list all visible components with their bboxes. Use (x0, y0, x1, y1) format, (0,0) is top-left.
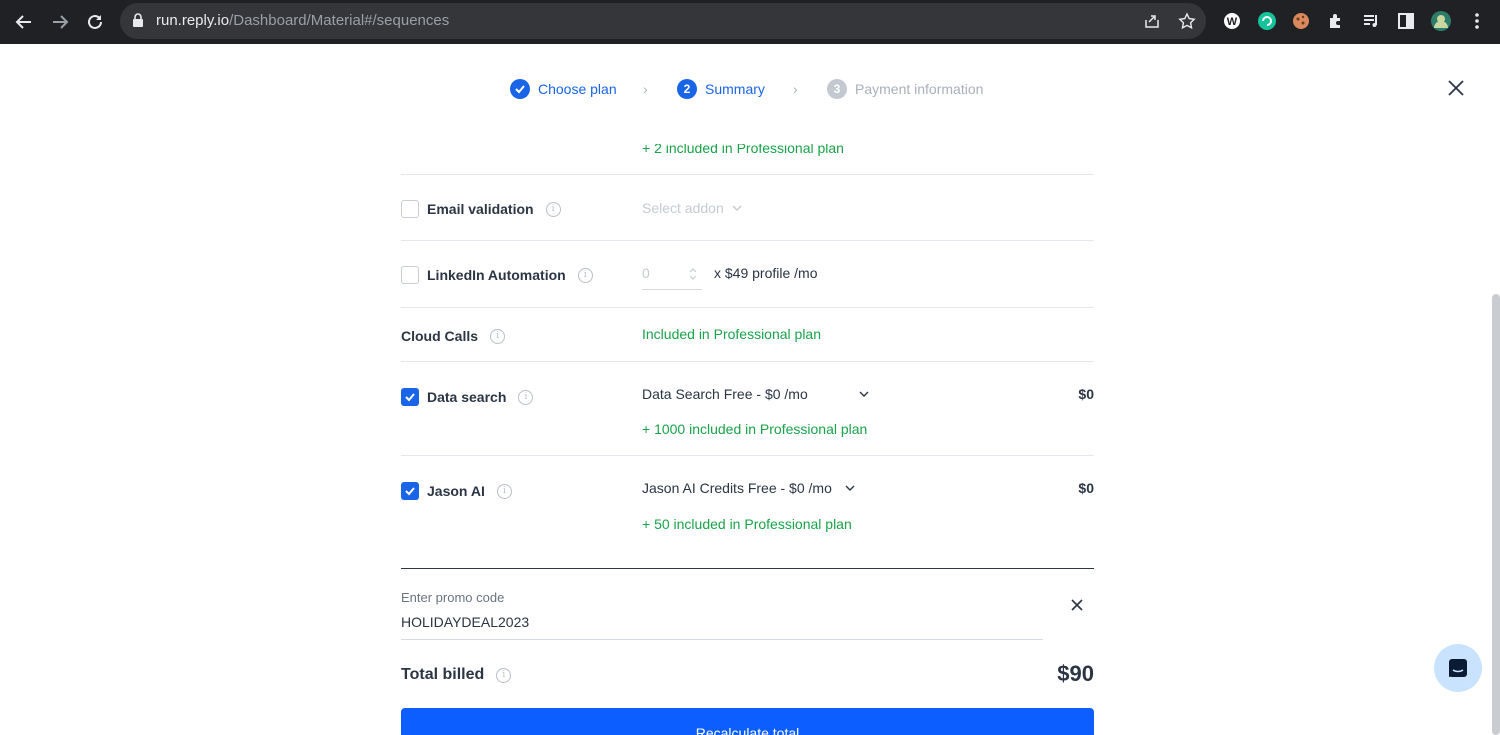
chevron-down-icon (859, 391, 869, 397)
step-label: Summary (705, 81, 765, 97)
spin-arrows-icon[interactable] (689, 267, 697, 281)
step-number: 3 (827, 79, 847, 99)
address-bar[interactable]: run.reply.io/Dashboard/Material#/sequenc… (120, 3, 1206, 39)
linkedin-automation-label: LinkedIn Automation i (427, 267, 593, 283)
chat-launcher-button[interactable] (1434, 644, 1482, 692)
email-validation-label: Email validation i (427, 201, 561, 217)
divider (401, 361, 1094, 362)
divider (401, 307, 1094, 308)
section-divider (401, 568, 1094, 569)
included-note: + 2 included in Professional plan (642, 140, 844, 156)
step-choose-plan[interactable]: Choose plan (510, 79, 617, 99)
chat-icon (1449, 659, 1467, 677)
url-path: /Dashboard/Material#/sequences (229, 12, 450, 29)
total-label-text: Total billed (401, 666, 485, 683)
unit-price: x $49 profile /mo (714, 265, 818, 281)
included-note: Included in Professional plan (642, 326, 822, 342)
select-value: Jason AI Credits Free - $0 /mo (642, 480, 832, 496)
lock-icon (132, 13, 144, 33)
included-note: + 1000 included in Professional plan (642, 421, 868, 437)
addon-label-text: Email validation (427, 201, 534, 217)
total-billed-label: Total billed i (401, 666, 512, 684)
select-value: Data Search Free - $0 /mo (642, 386, 808, 402)
cookie-extension-icon[interactable] (1290, 10, 1312, 32)
w-extension-icon[interactable]: W (1221, 10, 1243, 32)
menu-dots-icon[interactable] (1466, 10, 1488, 32)
info-icon[interactable]: i (490, 328, 506, 344)
info-icon[interactable]: i (496, 483, 512, 499)
info-icon[interactable]: i (518, 389, 534, 405)
step-payment-information[interactable]: 3 Payment information (827, 79, 983, 99)
jason-ai-price: $0 (1078, 480, 1094, 496)
forward-icon[interactable] (48, 10, 72, 34)
checkmark-icon (405, 393, 415, 402)
promo-code-input[interactable]: HOLIDAYDEAL2023 (401, 614, 529, 630)
url-text: run.reply.io/Dashboard/Material#/sequenc… (156, 12, 449, 29)
data-search-price: $0 (1078, 386, 1094, 402)
media-control-icon[interactable] (1360, 10, 1382, 32)
grammar-extension-icon[interactable] (1256, 10, 1278, 32)
promo-underline (401, 639, 1043, 640)
chevron-down-icon (845, 485, 855, 491)
bookmark-star-icon[interactable] (1177, 11, 1197, 31)
data-search-plan-select[interactable]: Data Search Free - $0 /mo (642, 386, 870, 402)
linkedin-automation-checkbox[interactable] (401, 266, 419, 284)
included-note: + 50 included in Professional plan (642, 516, 852, 532)
jason-ai-label: Jason AI i (427, 483, 512, 499)
checkmark-icon (405, 487, 415, 496)
profile-quantity-stepper[interactable]: 0 (642, 256, 702, 290)
step-label: Choose plan (538, 81, 617, 97)
data-search-checkbox[interactable] (401, 388, 419, 406)
total-billed-value: $90 (1057, 661, 1094, 686)
checkout-stepper: Choose plan › 2 Summary › 3 Payment info… (0, 79, 1500, 99)
select-placeholder: Select addon (642, 200, 724, 216)
back-icon[interactable] (12, 10, 36, 34)
share-icon[interactable] (1142, 11, 1162, 31)
divider (401, 455, 1094, 456)
profile-avatar-icon[interactable] (1430, 10, 1452, 32)
info-icon[interactable]: i (577, 267, 593, 283)
url-host: run.reply.io (156, 12, 230, 29)
close-icon[interactable] (1446, 78, 1466, 98)
addon-label-text: LinkedIn Automation (427, 267, 566, 283)
clear-promo-icon[interactable] (1069, 597, 1085, 613)
quantity-value: 0 (642, 265, 650, 281)
reload-icon[interactable] (83, 10, 107, 34)
chevron-right-icon: › (793, 81, 798, 97)
info-icon[interactable]: i (545, 201, 561, 217)
email-validation-select[interactable]: Select addon (642, 200, 742, 216)
recalculate-total-button[interactable]: Recalculate total (401, 708, 1094, 735)
jason-ai-checkbox[interactable] (401, 482, 419, 500)
email-validation-checkbox[interactable] (401, 200, 419, 218)
browser-toolbar: run.reply.io/Dashboard/Material#/sequenc… (0, 0, 1500, 44)
step-number: 2 (677, 79, 697, 99)
cloud-calls-label: Cloud Calls i (401, 328, 506, 344)
check-circle-icon (510, 79, 530, 99)
extensions-puzzle-icon[interactable] (1325, 10, 1347, 32)
addon-label-text: Cloud Calls (401, 328, 479, 344)
data-search-label: Data search i (427, 389, 534, 405)
jason-ai-plan-select[interactable]: Jason AI Credits Free - $0 /mo (642, 480, 856, 496)
side-panel-icon[interactable] (1395, 10, 1417, 32)
chevron-down-icon (732, 205, 742, 211)
step-summary[interactable]: 2 Summary (677, 79, 765, 99)
svg-text:W: W (1227, 16, 1238, 28)
addon-label-text: Jason AI (427, 483, 485, 499)
addon-label-text: Data search (427, 389, 507, 405)
chevron-right-icon: › (643, 81, 648, 97)
promo-code-label: Enter promo code (401, 590, 505, 605)
page-scrollbar[interactable] (1492, 294, 1500, 735)
step-label: Payment information (855, 81, 984, 97)
info-icon[interactable]: i (496, 667, 512, 683)
upgrade-modal: Choose plan › 2 Summary › 3 Payment info… (0, 44, 1500, 735)
divider (401, 174, 1094, 175)
divider (401, 240, 1094, 241)
